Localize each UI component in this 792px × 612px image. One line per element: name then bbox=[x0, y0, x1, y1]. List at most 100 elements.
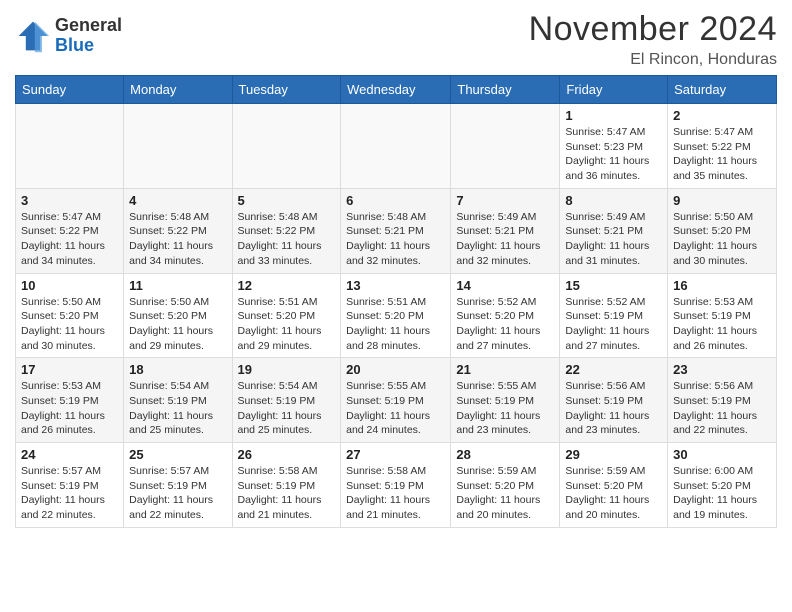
calendar-cell-4-5: 29 Sunrise: 5:59 AMSunset: 5:20 PMDayligh… bbox=[560, 443, 668, 528]
day-number: 2 bbox=[673, 108, 771, 123]
day-number: 8 bbox=[565, 193, 662, 208]
day-info: Sunrise: 5:48 AMSunset: 5:22 PMDaylight:… bbox=[129, 210, 226, 269]
day-number: 19 bbox=[238, 362, 336, 377]
day-info: Sunrise: 5:52 AMSunset: 5:19 PMDaylight:… bbox=[565, 295, 662, 354]
calendar-cell-3-3: 20 Sunrise: 5:55 AMSunset: 5:19 PMDayligh… bbox=[341, 358, 451, 443]
calendar-cell-0-2 bbox=[232, 104, 341, 189]
calendar-cell-4-3: 27 Sunrise: 5:58 AMSunset: 5:19 PMDayligh… bbox=[341, 443, 451, 528]
calendar: SundayMondayTuesdayWednesdayThursdayFrid… bbox=[15, 75, 777, 528]
day-info: Sunrise: 5:56 AMSunset: 5:19 PMDaylight:… bbox=[673, 379, 771, 438]
day-info: Sunrise: 5:50 AMSunset: 5:20 PMDaylight:… bbox=[129, 295, 226, 354]
calendar-cell-1-0: 3Sunrise: 5:47 AMSunset: 5:22 PMDaylight… bbox=[16, 188, 124, 273]
day-number: 29 bbox=[565, 447, 662, 462]
calendar-cell-0-0 bbox=[16, 104, 124, 189]
day-number: 27 bbox=[346, 447, 445, 462]
calendar-cell-1-5: 8Sunrise: 5:49 AMSunset: 5:21 PMDaylight… bbox=[560, 188, 668, 273]
day-number: 11 bbox=[129, 278, 226, 293]
day-number: 17 bbox=[21, 362, 118, 377]
calendar-cell-3-2: 19 Sunrise: 5:54 AMSunset: 5:19 PMDayligh… bbox=[232, 358, 341, 443]
month-title: November 2024 bbox=[529, 10, 777, 49]
day-info: Sunrise: 5:47 AMSunset: 5:22 PMDaylight:… bbox=[673, 125, 771, 184]
day-number: 22 bbox=[565, 362, 662, 377]
calendar-cell-0-1 bbox=[124, 104, 232, 189]
day-info: Sunrise: 5:54 AMSunset: 5:19 PMDaylight:… bbox=[129, 379, 226, 438]
day-number: 28 bbox=[456, 447, 554, 462]
weekday-header-sunday: Sunday bbox=[16, 76, 124, 104]
day-number: 30 bbox=[673, 447, 771, 462]
day-info: Sunrise: 5:55 AMSunset: 5:19 PMDaylight:… bbox=[456, 379, 554, 438]
calendar-cell-0-4 bbox=[451, 104, 560, 189]
calendar-cell-2-5: 15 Sunrise: 5:52 AMSunset: 5:19 PMDayligh… bbox=[560, 273, 668, 358]
logo-blue: Blue bbox=[55, 36, 122, 56]
calendar-cell-0-6: 2 Sunrise: 5:47 AMSunset: 5:22 PMDaylight… bbox=[668, 104, 777, 189]
day-number: 9 bbox=[673, 193, 771, 208]
day-number: 16 bbox=[673, 278, 771, 293]
calendar-cell-0-5: 1Sunrise: 5:47 AMSunset: 5:23 PMDaylight… bbox=[560, 104, 668, 189]
calendar-cell-4-2: 26 Sunrise: 5:58 AMSunset: 5:19 PMDayligh… bbox=[232, 443, 341, 528]
day-info: Sunrise: 5:51 AMSunset: 5:20 PMDaylight:… bbox=[346, 295, 445, 354]
calendar-cell-1-4: 7Sunrise: 5:49 AMSunset: 5:21 PMDaylight… bbox=[451, 188, 560, 273]
day-number: 6 bbox=[346, 193, 445, 208]
day-info: Sunrise: 5:55 AMSunset: 5:19 PMDaylight:… bbox=[346, 379, 445, 438]
day-number: 20 bbox=[346, 362, 445, 377]
logo-icon bbox=[15, 18, 51, 54]
calendar-cell-2-0: 10 Sunrise: 5:50 AMSunset: 5:20 PMDayligh… bbox=[16, 273, 124, 358]
calendar-row-1: 3Sunrise: 5:47 AMSunset: 5:22 PMDaylight… bbox=[16, 188, 777, 273]
calendar-cell-4-0: 24Sunrise: 5:57 AMSunset: 5:19 PMDayligh… bbox=[16, 443, 124, 528]
calendar-cell-1-1: 4 Sunrise: 5:48 AMSunset: 5:22 PMDaylight… bbox=[124, 188, 232, 273]
calendar-cell-1-3: 6 Sunrise: 5:48 AMSunset: 5:21 PMDaylight… bbox=[341, 188, 451, 273]
day-number: 18 bbox=[129, 362, 226, 377]
day-info: Sunrise: 5:50 AMSunset: 5:20 PMDaylight:… bbox=[21, 295, 118, 354]
day-number: 10 bbox=[21, 278, 118, 293]
calendar-cell-3-6: 23Sunrise: 5:56 AMSunset: 5:19 PMDayligh… bbox=[668, 358, 777, 443]
day-info: Sunrise: 5:47 AMSunset: 5:22 PMDaylight:… bbox=[21, 210, 118, 269]
day-info: Sunrise: 5:59 AMSunset: 5:20 PMDaylight:… bbox=[565, 464, 662, 523]
calendar-cell-2-3: 13 Sunrise: 5:51 AMSunset: 5:20 PMDayligh… bbox=[341, 273, 451, 358]
calendar-row-4: 24Sunrise: 5:57 AMSunset: 5:19 PMDayligh… bbox=[16, 443, 777, 528]
weekday-header-thursday: Thursday bbox=[451, 76, 560, 104]
calendar-cell-3-4: 21 Sunrise: 5:55 AMSunset: 5:19 PMDayligh… bbox=[451, 358, 560, 443]
calendar-cell-2-4: 14 Sunrise: 5:52 AMSunset: 5:20 PMDayligh… bbox=[451, 273, 560, 358]
day-number: 13 bbox=[346, 278, 445, 293]
calendar-cell-2-2: 12Sunrise: 5:51 AMSunset: 5:20 PMDayligh… bbox=[232, 273, 341, 358]
day-number: 15 bbox=[565, 278, 662, 293]
calendar-row-2: 10 Sunrise: 5:50 AMSunset: 5:20 PMDayligh… bbox=[16, 273, 777, 358]
calendar-cell-3-0: 17Sunrise: 5:53 AMSunset: 5:19 PMDayligh… bbox=[16, 358, 124, 443]
day-number: 25 bbox=[129, 447, 226, 462]
day-number: 4 bbox=[129, 193, 226, 208]
calendar-cell-1-6: 9Sunrise: 5:50 AMSunset: 5:20 PMDaylight… bbox=[668, 188, 777, 273]
day-info: Sunrise: 5:53 AMSunset: 5:19 PMDaylight:… bbox=[673, 295, 771, 354]
calendar-cell-4-4: 28 Sunrise: 5:59 AMSunset: 5:20 PMDayligh… bbox=[451, 443, 560, 528]
calendar-cell-3-5: 22 Sunrise: 5:56 AMSunset: 5:19 PMDayligh… bbox=[560, 358, 668, 443]
calendar-cell-1-2: 5Sunrise: 5:48 AMSunset: 5:22 PMDaylight… bbox=[232, 188, 341, 273]
day-number: 7 bbox=[456, 193, 554, 208]
day-info: Sunrise: 5:56 AMSunset: 5:19 PMDaylight:… bbox=[565, 379, 662, 438]
day-info: Sunrise: 5:48 AMSunset: 5:21 PMDaylight:… bbox=[346, 210, 445, 269]
calendar-row-0: 1Sunrise: 5:47 AMSunset: 5:23 PMDaylight… bbox=[16, 104, 777, 189]
weekday-header-row: SundayMondayTuesdayWednesdayThursdayFrid… bbox=[16, 76, 777, 104]
day-info: Sunrise: 5:47 AMSunset: 5:23 PMDaylight:… bbox=[565, 125, 662, 184]
weekday-header-monday: Monday bbox=[124, 76, 232, 104]
day-info: Sunrise: 6:00 AMSunset: 5:20 PMDaylight:… bbox=[673, 464, 771, 523]
logo-text: General Blue bbox=[55, 16, 122, 56]
weekday-header-saturday: Saturday bbox=[668, 76, 777, 104]
calendar-cell-3-1: 18 Sunrise: 5:54 AMSunset: 5:19 PMDayligh… bbox=[124, 358, 232, 443]
logo-general: General bbox=[55, 16, 122, 36]
header: General Blue November 2024 El Rincon, Ho… bbox=[15, 10, 777, 69]
day-info: Sunrise: 5:57 AMSunset: 5:19 PMDaylight:… bbox=[129, 464, 226, 523]
day-number: 21 bbox=[456, 362, 554, 377]
location: El Rincon, Honduras bbox=[529, 51, 777, 69]
day-number: 12 bbox=[238, 278, 336, 293]
day-number: 14 bbox=[456, 278, 554, 293]
day-info: Sunrise: 5:54 AMSunset: 5:19 PMDaylight:… bbox=[238, 379, 336, 438]
day-info: Sunrise: 5:58 AMSunset: 5:19 PMDaylight:… bbox=[238, 464, 336, 523]
calendar-cell-2-1: 11 Sunrise: 5:50 AMSunset: 5:20 PMDayligh… bbox=[124, 273, 232, 358]
weekday-header-wednesday: Wednesday bbox=[341, 76, 451, 104]
day-info: Sunrise: 5:58 AMSunset: 5:19 PMDaylight:… bbox=[346, 464, 445, 523]
title-block: November 2024 El Rincon, Honduras bbox=[529, 10, 777, 69]
calendar-cell-0-3 bbox=[341, 104, 451, 189]
day-info: Sunrise: 5:59 AMSunset: 5:20 PMDaylight:… bbox=[456, 464, 554, 523]
day-info: Sunrise: 5:52 AMSunset: 5:20 PMDaylight:… bbox=[456, 295, 554, 354]
day-info: Sunrise: 5:48 AMSunset: 5:22 PMDaylight:… bbox=[238, 210, 336, 269]
day-number: 26 bbox=[238, 447, 336, 462]
